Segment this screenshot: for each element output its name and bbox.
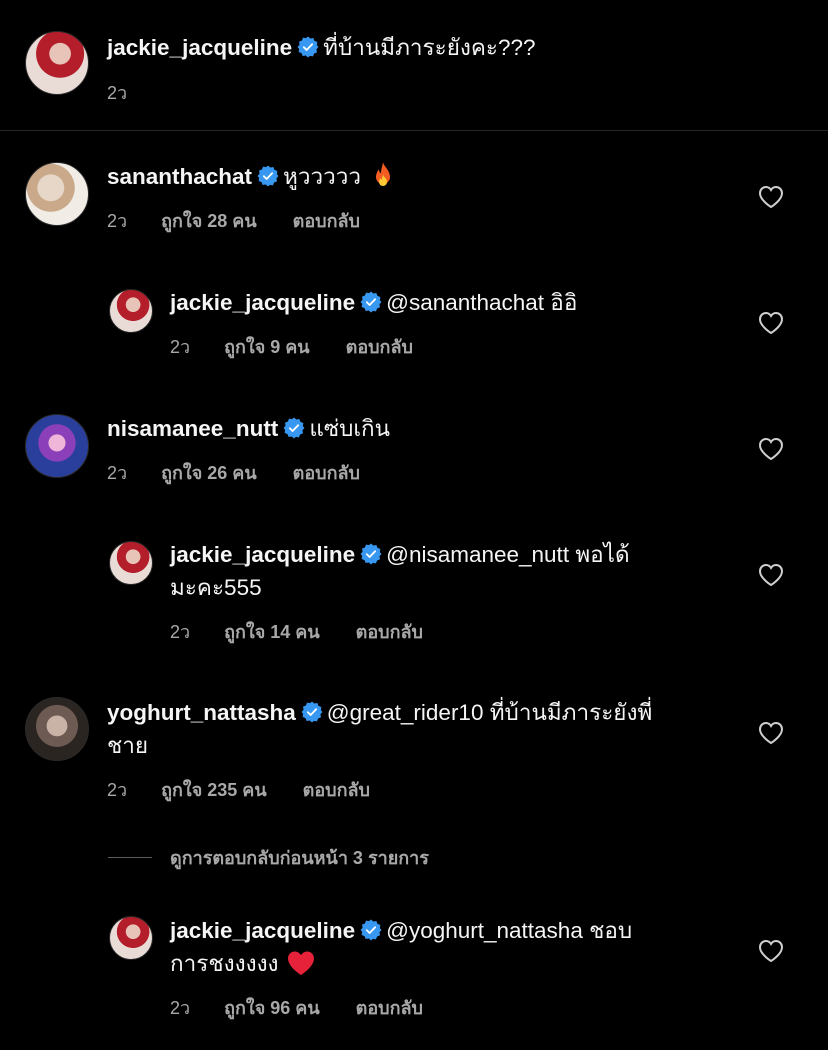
timestamp: 2ว [107, 211, 128, 231]
likes-count[interactable]: ถูกใจ 26 คน [161, 458, 257, 487]
reply-button[interactable]: ตอบกลับ [356, 617, 423, 646]
heart-outline-icon[interactable] [758, 437, 784, 461]
username[interactable]: jackie_jacqueline [170, 290, 355, 315]
reply-button[interactable]: ตอบกลับ [346, 332, 413, 361]
comment-text: @yoghurt_nattasha ชอบ [386, 918, 633, 943]
comment-text-continued: การชงงงงง [170, 951, 279, 976]
avatar[interactable] [109, 541, 153, 585]
heart-outline-icon[interactable] [758, 721, 784, 745]
likes-count[interactable]: ถูกใจ 235 คน [161, 775, 267, 804]
divider [0, 130, 828, 131]
timestamp: 2ว [107, 463, 128, 483]
view-previous-replies[interactable]: ดูการตอบกลับก่อนหน้า 3 รายการ [108, 843, 429, 872]
fire-emoji [376, 162, 391, 186]
timestamp: 2ว [170, 998, 191, 1018]
likes-count[interactable]: ถูกใจ 9 คน [224, 332, 310, 361]
verified-badge-icon [283, 417, 305, 439]
comment-text-continued: ชาย [107, 733, 149, 758]
heart-outline-icon[interactable] [758, 939, 784, 963]
likes-count[interactable]: ถูกใจ 96 คน [224, 993, 320, 1022]
reply-button[interactable]: ตอบกลับ [356, 993, 423, 1022]
avatar[interactable] [109, 916, 153, 960]
verified-badge-icon [257, 165, 279, 187]
timestamp: 2ว [107, 83, 128, 103]
likes-count[interactable]: ถูกใจ 28 คน [161, 206, 257, 235]
comment-text: @great_rider10 ที่บ้านมีภาระยังพี่ [326, 700, 653, 725]
verified-badge-icon [360, 543, 382, 565]
verified-badge-icon [360, 919, 382, 941]
comment-text: แซ่บเกิน [309, 416, 391, 441]
heart-outline-icon[interactable] [758, 563, 784, 587]
reply-button[interactable]: ตอบกลับ [303, 775, 370, 804]
username[interactable]: jackie_jacqueline [170, 918, 355, 943]
username[interactable]: sananthachat [107, 164, 252, 189]
comment-text: @sananthachat อิอิ [386, 290, 578, 315]
username[interactable]: nisamanee_nutt [107, 416, 278, 441]
comment-text: หูววววว [283, 164, 362, 189]
comment-text: @nisamanee_nutt พอได้ [386, 542, 630, 567]
heart-outline-icon[interactable] [758, 311, 784, 335]
verified-badge-icon [360, 291, 382, 313]
username[interactable]: jackie_jacqueline [170, 542, 355, 567]
username[interactable]: jackie_jacqueline [107, 35, 292, 60]
timestamp: 2ว [170, 337, 191, 357]
avatar[interactable] [25, 31, 89, 95]
verified-badge-icon [301, 701, 323, 723]
divider-line [108, 857, 152, 858]
timestamp: 2ว [107, 780, 128, 800]
likes-count[interactable]: ถูกใจ 14 คน [224, 617, 320, 646]
verified-badge-icon [297, 36, 319, 58]
avatar[interactable] [25, 414, 89, 478]
reply-button[interactable]: ตอบกลับ [293, 206, 360, 235]
view-previous-label: ดูการตอบกลับก่อนหน้า 3 รายการ [170, 848, 429, 868]
heart-outline-icon[interactable] [758, 185, 784, 209]
timestamp: 2ว [170, 622, 191, 642]
reply-button[interactable]: ตอบกลับ [293, 458, 360, 487]
username[interactable]: yoghurt_nattasha [107, 700, 296, 725]
avatar[interactable] [109, 289, 153, 333]
comment-text-continued: มะคะ555 [170, 575, 262, 600]
comment-text: ที่บ้านมีภาระยังคะ??? [323, 35, 536, 60]
avatar[interactable] [25, 697, 89, 761]
avatar[interactable] [25, 162, 89, 226]
red-heart-emoji [287, 951, 314, 975]
